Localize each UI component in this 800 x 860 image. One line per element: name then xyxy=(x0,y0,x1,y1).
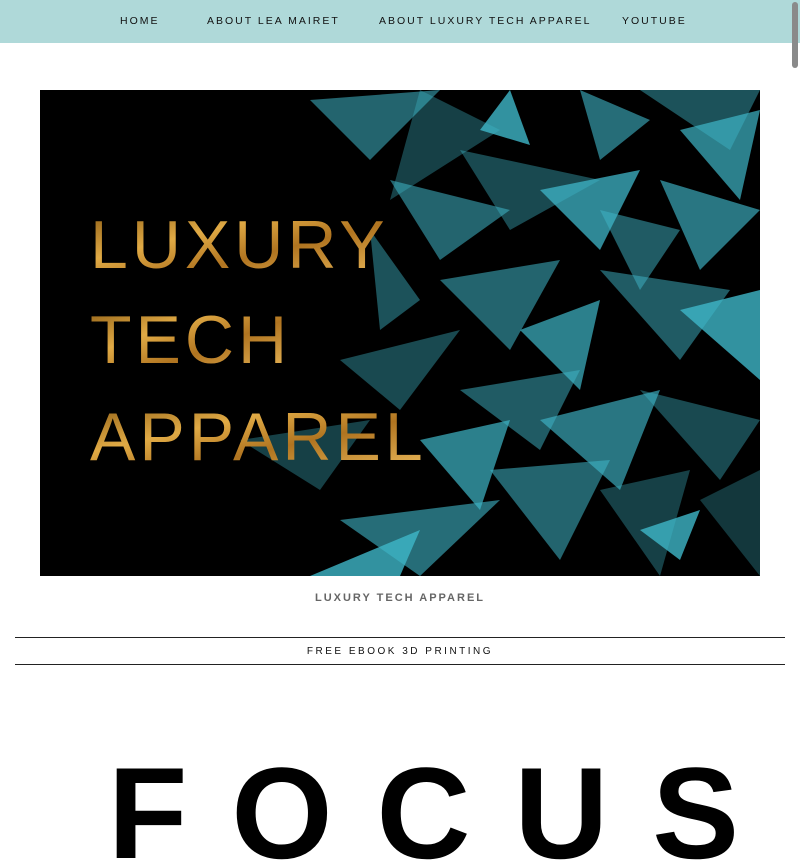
teal-shards xyxy=(240,90,760,576)
hero-caption: LUXURY TECH APPAREL xyxy=(314,592,485,604)
hero-banner-image[interactable]: LUXURY TECH APPAREL xyxy=(40,90,760,576)
scrollbar-thumb[interactable] xyxy=(792,2,798,68)
nav-about-luxury-tech-apparel-link[interactable]: ABOUT LUXURY TECH APPAREL xyxy=(379,15,591,27)
top-navigation: HOME ABOUT LEA MAIRET ABOUT LUXURY TECH … xyxy=(0,0,800,43)
hero-title-text: LUXURY TECH APPAREL xyxy=(90,207,427,475)
hero-line-luxury: LUXURY xyxy=(90,207,389,283)
hero-line-tech: TECH xyxy=(90,302,291,378)
hero-line-apparel: APPAREL xyxy=(90,399,427,475)
nav-about-lea-mairet-link[interactable]: ABOUT LEA MAIRET xyxy=(207,15,340,27)
nav-home-link[interactable]: HOME xyxy=(120,15,160,27)
nav-youtube-link[interactable]: YOUTUBE xyxy=(622,15,687,27)
free-ebook-link[interactable]: FREE EBOOK 3D PRINTING xyxy=(15,646,785,657)
focus-heading-text: FOCUS xyxy=(108,740,783,860)
ebook-banner: FREE EBOOK 3D PRINTING xyxy=(15,637,785,665)
hero-artwork: LUXURY TECH APPAREL xyxy=(90,90,760,576)
